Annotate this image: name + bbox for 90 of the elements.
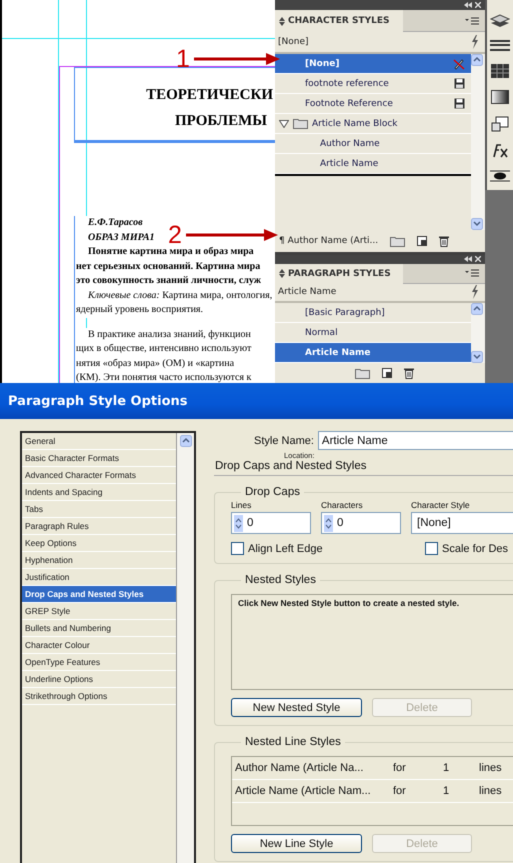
spinner-icon[interactable] <box>324 514 333 532</box>
style-list-item[interactable]: Article Name <box>275 154 471 174</box>
new-line-style-button[interactable]: New Line Style <box>231 834 362 853</box>
style-list-item[interactable]: footnote reference <box>275 74 471 94</box>
text-wrap-icon[interactable] <box>491 116 509 132</box>
category-list-item[interactable]: Character Colour <box>22 637 176 654</box>
close-icon[interactable] <box>475 2 481 8</box>
scroll-down-icon[interactable] <box>471 218 483 230</box>
field-label: Style Name: <box>254 434 314 446</box>
group-title: Nested Line Styles <box>244 736 342 748</box>
layers-icon[interactable] <box>490 14 510 28</box>
pencil-crossed-icon <box>453 58 465 70</box>
up-down-icon <box>279 16 285 26</box>
table-cell[interactable]: for <box>393 762 443 774</box>
collapse-icon[interactable] <box>464 2 472 8</box>
category-list-item[interactable]: Hyphenation <box>22 552 176 569</box>
folder-icon <box>293 118 308 129</box>
style-name-field[interactable]: Article Name <box>318 431 513 450</box>
scroll-up-icon[interactable] <box>471 54 483 66</box>
style-list-item[interactable]: Author Name <box>275 134 471 154</box>
new-style-icon <box>417 236 428 246</box>
panel-menu-icon[interactable] <box>465 16 479 24</box>
characters-field[interactable]: 0 <box>321 512 401 534</box>
checkbox[interactable]: Align Left Edge <box>231 542 425 555</box>
field-label: Character Style <box>411 500 471 510</box>
scroll-down-icon[interactable] <box>471 351 483 364</box>
effects-icon[interactable] <box>492 144 508 158</box>
lightning-icon <box>471 285 479 300</box>
callout-number: 1 <box>176 49 190 69</box>
category-list-item[interactable]: Strikethrough Options <box>22 688 176 705</box>
expanded-triangle-icon[interactable] <box>279 120 289 128</box>
table-cell[interactable]: 1 <box>443 762 479 774</box>
align-icon[interactable] <box>490 170 510 182</box>
category-list-item[interactable]: Underline Options <box>22 671 176 688</box>
table-cell[interactable]: lines <box>479 762 513 774</box>
panel-menu-icon[interactable] <box>465 269 479 278</box>
style-list-item[interactable]: [None] <box>275 54 471 74</box>
scroll-up-icon[interactable] <box>471 303 483 316</box>
scroll-up-icon[interactable] <box>180 435 192 447</box>
category-list-item[interactable]: Indents and Spacing <box>22 484 176 501</box>
new-style-icon <box>382 368 392 378</box>
style-list-item[interactable]: Article Name Block <box>275 114 471 134</box>
checkbox[interactable]: Scale for Des <box>425 542 508 555</box>
style-list-item[interactable]: Article Name <box>275 343 471 364</box>
category-list-item[interactable]: Advanced Character Formats <box>22 467 176 484</box>
category-list-item[interactable]: Tabs <box>22 501 176 518</box>
callout-number: 2 <box>168 225 182 245</box>
lines-field[interactable]: 0 <box>231 512 311 534</box>
panel-tab[interactable]: PARAGRAPH STYLES <box>275 264 403 284</box>
category-list-item[interactable]: Bullets and Numbering <box>22 620 176 637</box>
style-list-item[interactable]: Footnote Reference <box>275 94 471 114</box>
close-icon[interactable] <box>475 256 481 262</box>
section-title: Drop Caps and Nested Styles <box>214 460 513 476</box>
swatches-icon[interactable] <box>491 64 509 78</box>
category-list-item[interactable]: OpenType Features <box>22 654 176 671</box>
category-list-item[interactable]: Drop Caps and Nested Styles <box>22 586 176 603</box>
group-title: Nested Styles <box>244 574 317 586</box>
stroke-icon[interactable] <box>490 40 510 52</box>
up-down-icon <box>279 269 285 278</box>
field-label: Characters <box>321 500 364 510</box>
category-list-item[interactable]: Basic Character Formats <box>22 450 176 467</box>
applied-style-label: ¶ Author Name (Arti... <box>279 236 378 246</box>
new-nested-style-button[interactable]: New Nested Style <box>231 698 362 717</box>
category-list-item[interactable]: Keep Options <box>22 535 176 552</box>
table-cell[interactable]: lines <box>479 785 513 797</box>
table-cell[interactable]: for <box>393 785 443 797</box>
field-label: Lines <box>231 500 252 510</box>
table-cell[interactable]: Author Name (Article Na... <box>235 762 393 774</box>
lightning-icon <box>471 35 479 49</box>
category-list-item[interactable]: General <box>22 433 176 450</box>
style-list-item[interactable]: [Basic Paragraph] <box>275 303 471 324</box>
current-style-label: Article Name <box>278 287 336 298</box>
category-list-item[interactable]: GREP Style <box>22 603 176 620</box>
folder-icon <box>355 368 370 379</box>
panel-tab[interactable]: CHARACTER STYLES <box>275 10 403 32</box>
nested-styles-message: Click New Nested Style button to create a nested style. <box>231 594 513 690</box>
table-cell[interactable]: Article Name (Article Nam... <box>235 785 393 797</box>
trash-icon <box>404 367 414 380</box>
gradient-icon[interactable] <box>491 90 509 104</box>
document-title: ТЕОРЕТИЧЕСКИ <box>146 86 273 105</box>
folder-icon <box>390 236 406 246</box>
document-title: ПРОБЛЕМЫ <box>174 112 267 131</box>
dialog-title: Paragraph Style Options <box>0 383 513 419</box>
spinner-icon[interactable] <box>234 514 243 532</box>
character-style-dropdown[interactable]: [None] <box>411 512 513 534</box>
current-style-label: [None] <box>278 37 309 47</box>
trash-icon <box>439 235 450 247</box>
table-cell[interactable]: 1 <box>443 785 479 797</box>
group-title: Drop Caps <box>244 486 301 498</box>
category-list-item[interactable]: Paragraph Rules <box>22 518 176 535</box>
